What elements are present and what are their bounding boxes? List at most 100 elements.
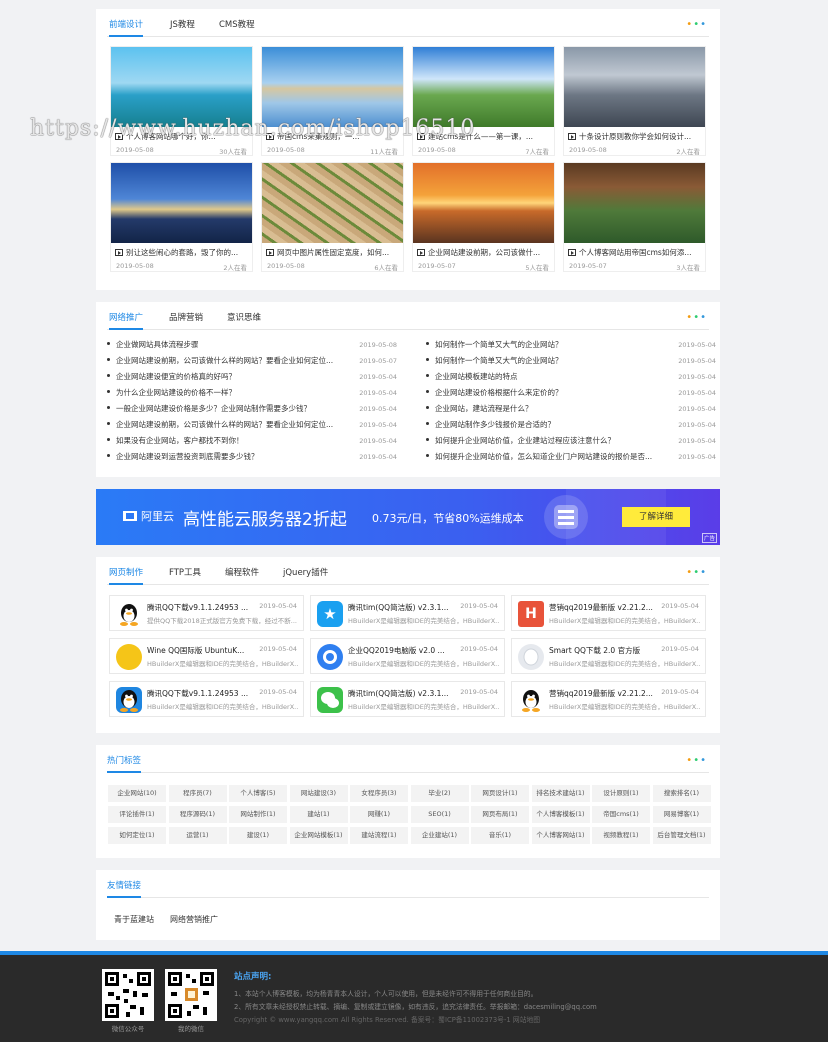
copyright: Copyright © www.yangqq.com All Rights Re… [234, 1016, 541, 1024]
news-item[interactable]: 企业网站，建站流程是什么？ 2019-05-04 [426, 401, 716, 417]
tab-jquery-plugins[interactable]: jQuery插件 [283, 561, 328, 585]
tag-chip[interactable]: 程序员(7) [168, 785, 227, 802]
friend-link[interactable]: 青于蓝建站 [114, 914, 154, 925]
more-dots-icon[interactable]: ••• [686, 756, 707, 766]
article-tile[interactable]: 别让这些闹心的套路，毁了你的... 2019-05-08 2人在看 [110, 162, 253, 272]
software-name: 腾讯QQ下载v9.1.1.24953 ... [147, 689, 249, 698]
tag-chip[interactable]: 后台管理文档(1) [652, 827, 711, 844]
friend-link[interactable]: 网络营销推广 [170, 914, 218, 925]
software-name: 腾讯tim(QQ简洁版) v2.3.1... [348, 603, 449, 612]
hot-tags-title: 热门标签 [107, 749, 142, 773]
software-item[interactable]: ★ 腾讯tim(QQ简洁版) v2.3.1... 2019-05-04 HBuilde… [310, 595, 505, 631]
tag-chip[interactable]: 如何定位(1) [108, 827, 166, 844]
tab-cms[interactable]: CMS教程 [219, 13, 255, 37]
news-date: 2019-05-04 [359, 453, 397, 461]
tag-chip[interactable]: 建站(1) [289, 806, 348, 823]
tag-chip[interactable]: 搜索排名(1) [652, 785, 711, 802]
tag-chip[interactable]: 排名技术建站(1) [531, 785, 590, 802]
tab-programming-software[interactable]: 编程软件 [225, 561, 259, 585]
tag-chip[interactable]: 评论插件(1) [108, 806, 166, 823]
tag-chip[interactable]: 建站流程(1) [350, 827, 408, 844]
news-item[interactable]: 如何提升企业网站价值，企业建站过程应该注意什么？ 2019-05-04 [426, 433, 716, 449]
tag-chip[interactable]: 音乐(1) [471, 827, 529, 844]
software-item[interactable]: Wine QQ国际版 UbuntuK... 2019-05-04 HBuilderX… [109, 638, 304, 674]
news-item[interactable]: 如何制作一个简单又大气的企业网站？ 2019-05-04 [426, 353, 716, 369]
news-item[interactable]: 企业网站建设便宜的价格真的好吗？ 2019-05-04 [107, 369, 397, 385]
tag-chip[interactable]: 网站制作(1) [229, 806, 287, 823]
tile-date: 2019-05-08 [267, 146, 305, 154]
tag-chip[interactable]: 企业建站(1) [410, 827, 469, 844]
tab-web-making[interactable]: 网页制作 [109, 561, 144, 585]
news-item[interactable]: 企业网站建设前期，公司该做什么样的网站？要看企业如何定位... 2019-05-0… [107, 417, 397, 433]
bullet-icon [107, 454, 110, 457]
news-item[interactable]: 企业做网站具体流程步骤 2019-05-08 [107, 337, 397, 353]
tag-chip[interactable]: 视频教程(1) [592, 827, 650, 844]
article-tile[interactable]: 企业网站建设前期，公司该做什... 2019-05-07 5人在看 [412, 162, 555, 272]
news-item[interactable]: 企业网站制作多少钱报价是合适的？ 2019-05-04 [426, 417, 716, 433]
news-date: 2019-05-04 [678, 405, 716, 413]
software-item[interactable]: 营销qq2019最新版 v2.21.2... 2019-05-04 HBuilder… [511, 681, 706, 717]
article-tile[interactable]: 十条设计原则教你学会如何设计... 2019-05-08 2人在看 [563, 46, 706, 156]
software-name: 腾讯QQ下载v9.1.1.24953 ... [147, 603, 249, 612]
bullet-icon [107, 390, 110, 393]
software-item[interactable]: 腾讯tim(QQ简洁版) v2.3.1... 2019-05-04 HBuilder… [310, 681, 505, 717]
video-icon [417, 249, 425, 256]
tag-chip[interactable]: 设计原则(1) [592, 785, 650, 802]
news-item[interactable]: 如果没有企业网站，客户都找不到你！ 2019-05-04 [107, 433, 397, 449]
tag-chip[interactable]: 建设(1) [229, 827, 287, 844]
software-section: 网页制作 FTP工具 编程软件 jQuery插件 ••• 腾讯QQ下载v9.1.… [96, 557, 720, 733]
more-dots-icon[interactable]: ••• [686, 313, 707, 323]
tag-chip[interactable]: 网页布局(1) [471, 806, 529, 823]
news-item[interactable]: 企业网站模板建站的特点 2019-05-04 [426, 369, 716, 385]
tag-chip[interactable]: 女程序员(3) [350, 785, 408, 802]
news-item[interactable]: 企业网站建设前期，公司该做什么样的网站？要看企业如何定位... 2019-05-0… [107, 353, 397, 369]
hbuilder-h-icon: H [518, 601, 544, 627]
news-item[interactable]: 为什么企业网站建设的价格不一样？ 2019-05-04 [107, 385, 397, 401]
train-village-thumbnail [413, 47, 554, 127]
news-item[interactable]: 如何提升企业网站价值，怎么知道企业门户网站建设的报价是否... 2019-05-0… [426, 449, 716, 465]
tab-front-design[interactable]: 前端设计 [109, 13, 144, 37]
tag-chip[interactable]: SEO(1) [410, 806, 469, 823]
news-item[interactable]: 企业网站建设价格根据什么来定价的？ 2019-05-04 [426, 385, 716, 401]
tag-chip[interactable]: 网赚(1) [350, 806, 408, 823]
software-item[interactable]: 企业QQ2019电脑版 v2.0 ... 2019-05-04 HBuilderX是… [310, 638, 505, 674]
tab-ftp-tools[interactable]: FTP工具 [169, 561, 201, 585]
software-item[interactable]: Smart QQ下载 2.0 官方版 2019-05-04 HBuilderX是编辑… [511, 638, 706, 674]
tag-chip[interactable]: 程序源码(1) [168, 806, 227, 823]
tag-chip[interactable]: 帝国cms(1) [592, 806, 650, 823]
tag-chip[interactable]: 个人博客网站(1) [531, 827, 590, 844]
article-tile[interactable]: 个人博客网站用帝国cms如何添... 2019-05-07 3人在看 [563, 162, 706, 272]
tag-chip[interactable]: 企业网站(10) [108, 785, 166, 802]
tab-mindset[interactable]: 意识思维 [227, 306, 261, 330]
tab-js[interactable]: JS教程 [170, 13, 195, 37]
tile-date: 2019-05-07 [418, 262, 456, 270]
article-tile[interactable]: 网页中图片属性固定宽度，如何... 2019-05-08 6人在看 [261, 162, 404, 272]
news-item[interactable]: 企业网站建设到运营投资到底需要多少钱？ 2019-05-04 [107, 449, 397, 465]
news-item[interactable]: 一般企业网站建设价格是多少？企业网站制作需要多少钱？ 2019-05-04 [107, 401, 397, 417]
bullet-icon [426, 438, 429, 441]
tag-chip[interactable]: 毕业(2) [410, 785, 469, 802]
tab-brand-marketing[interactable]: 品牌营销 [169, 306, 203, 330]
tile-date: 2019-05-08 [418, 146, 456, 154]
footer-line: 2、所有文章未经授权禁止转载、摘编、复制或建立镜像，如有违反，追究法律责任。举报… [234, 1003, 597, 1011]
learn-more-button[interactable]: 了解详细 [622, 507, 690, 527]
ad-label: 广告 [701, 533, 717, 543]
software-desc: HBuilderX是编辑器和IDE的完美结合，HBuilderX... [348, 617, 500, 625]
tab-network-promotion[interactable]: 网络推广 [109, 306, 144, 330]
tile-date: 2019-05-08 [569, 146, 607, 154]
software-item[interactable]: 腾讯QQ下载v9.1.1.24953 ... 2019-05-04 提供QQ下载20… [109, 595, 304, 631]
tag-chip[interactable]: 个人博客(5) [229, 785, 287, 802]
tile-title: 网页中图片属性固定宽度，如何... [277, 248, 390, 257]
tag-chip[interactable]: 运营(1) [168, 827, 227, 844]
more-dots-icon[interactable]: ••• [686, 568, 707, 578]
software-item[interactable]: 腾讯QQ下载v9.1.1.24953 ... 2019-05-04 HBuilder… [109, 681, 304, 717]
tag-chip[interactable]: 网易博客(1) [652, 806, 711, 823]
software-item[interactable]: H 营销qq2019最新版 v2.21.2... 2019-05-04 HBuilde… [511, 595, 706, 631]
aliyun-ad-banner[interactable]: 阿里云 高性能云服务器2折起 0.73元/日，节省80%运维成本 了解详细 广告 [96, 489, 720, 545]
tag-chip[interactable]: 个人博客模板(1) [531, 806, 590, 823]
tag-chip[interactable]: 网站建设(3) [289, 785, 348, 802]
tag-chip[interactable]: 网页设计(1) [471, 785, 529, 802]
tag-chip[interactable]: 企业网站模板(1) [289, 827, 348, 844]
more-dots-icon[interactable]: ••• [686, 20, 707, 30]
news-item[interactable]: 如何制作一个简单又大气的企业网站？ 2019-05-04 [426, 337, 716, 353]
